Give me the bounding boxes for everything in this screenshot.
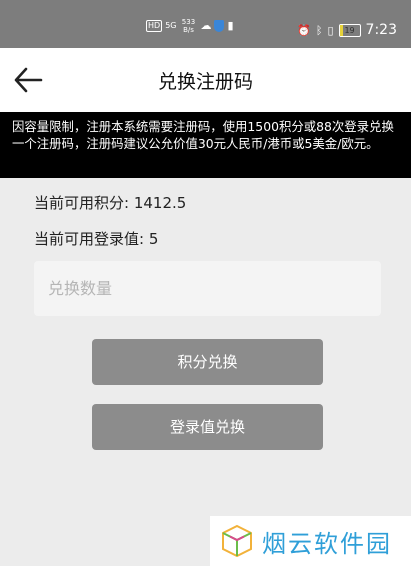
shield-icon — [214, 20, 225, 32]
clock: 7:23 — [365, 22, 397, 38]
watermark-text: 烟云软件园 — [262, 529, 392, 558]
network-speed-value: 533 — [181, 18, 196, 26]
alarm-icon: ⏰ — [297, 23, 311, 37]
vibrate-icon: ▯ — [327, 23, 334, 37]
battery-level: 19 — [344, 25, 355, 35]
network-speed-unit: B/s — [183, 26, 194, 34]
battery-icon: 19 — [338, 23, 361, 37]
login-exchange-button[interactable]: 登录值兑换 — [92, 404, 323, 450]
page-title: 兑换注册码 — [157, 71, 253, 93]
watermark: 烟云软件园 — [210, 516, 411, 566]
notification-icon: ▮ — [227, 19, 234, 32]
cloud-icon: ☁ — [200, 19, 212, 32]
available-points: 当前可用积分: 1412.5 — [34, 194, 187, 212]
points-exchange-button[interactable]: 积分兑换 — [92, 339, 323, 385]
status-left-icons: HD 5G 533 B/s ☁ ▮ — [146, 18, 234, 34]
watermark-logo-icon — [222, 524, 252, 558]
status-bar: HD 5G 533 B/s ☁ ▮ ⏰ ᛒ ▯ 19 7:23 — [0, 0, 411, 48]
status-right-icons: ⏰ ᛒ ▯ 19 7:23 — [297, 22, 397, 38]
battery-fill — [339, 24, 344, 36]
notice-banner: 因容量限制，注册本系统需要注册码，使用1500积分或88次登录兑换一个注册码，注… — [0, 112, 411, 178]
app-header: 兑换注册码 — [0, 48, 411, 112]
exchange-quantity-input[interactable] — [34, 261, 381, 316]
signal-icon: 5G — [165, 21, 177, 30]
available-login-count: 当前可用登录值: 5 — [34, 230, 159, 248]
network-speed: 533 B/s — [179, 18, 197, 34]
bluetooth-icon: ᛒ — [315, 23, 323, 37]
hd-icon: HD — [146, 20, 163, 32]
